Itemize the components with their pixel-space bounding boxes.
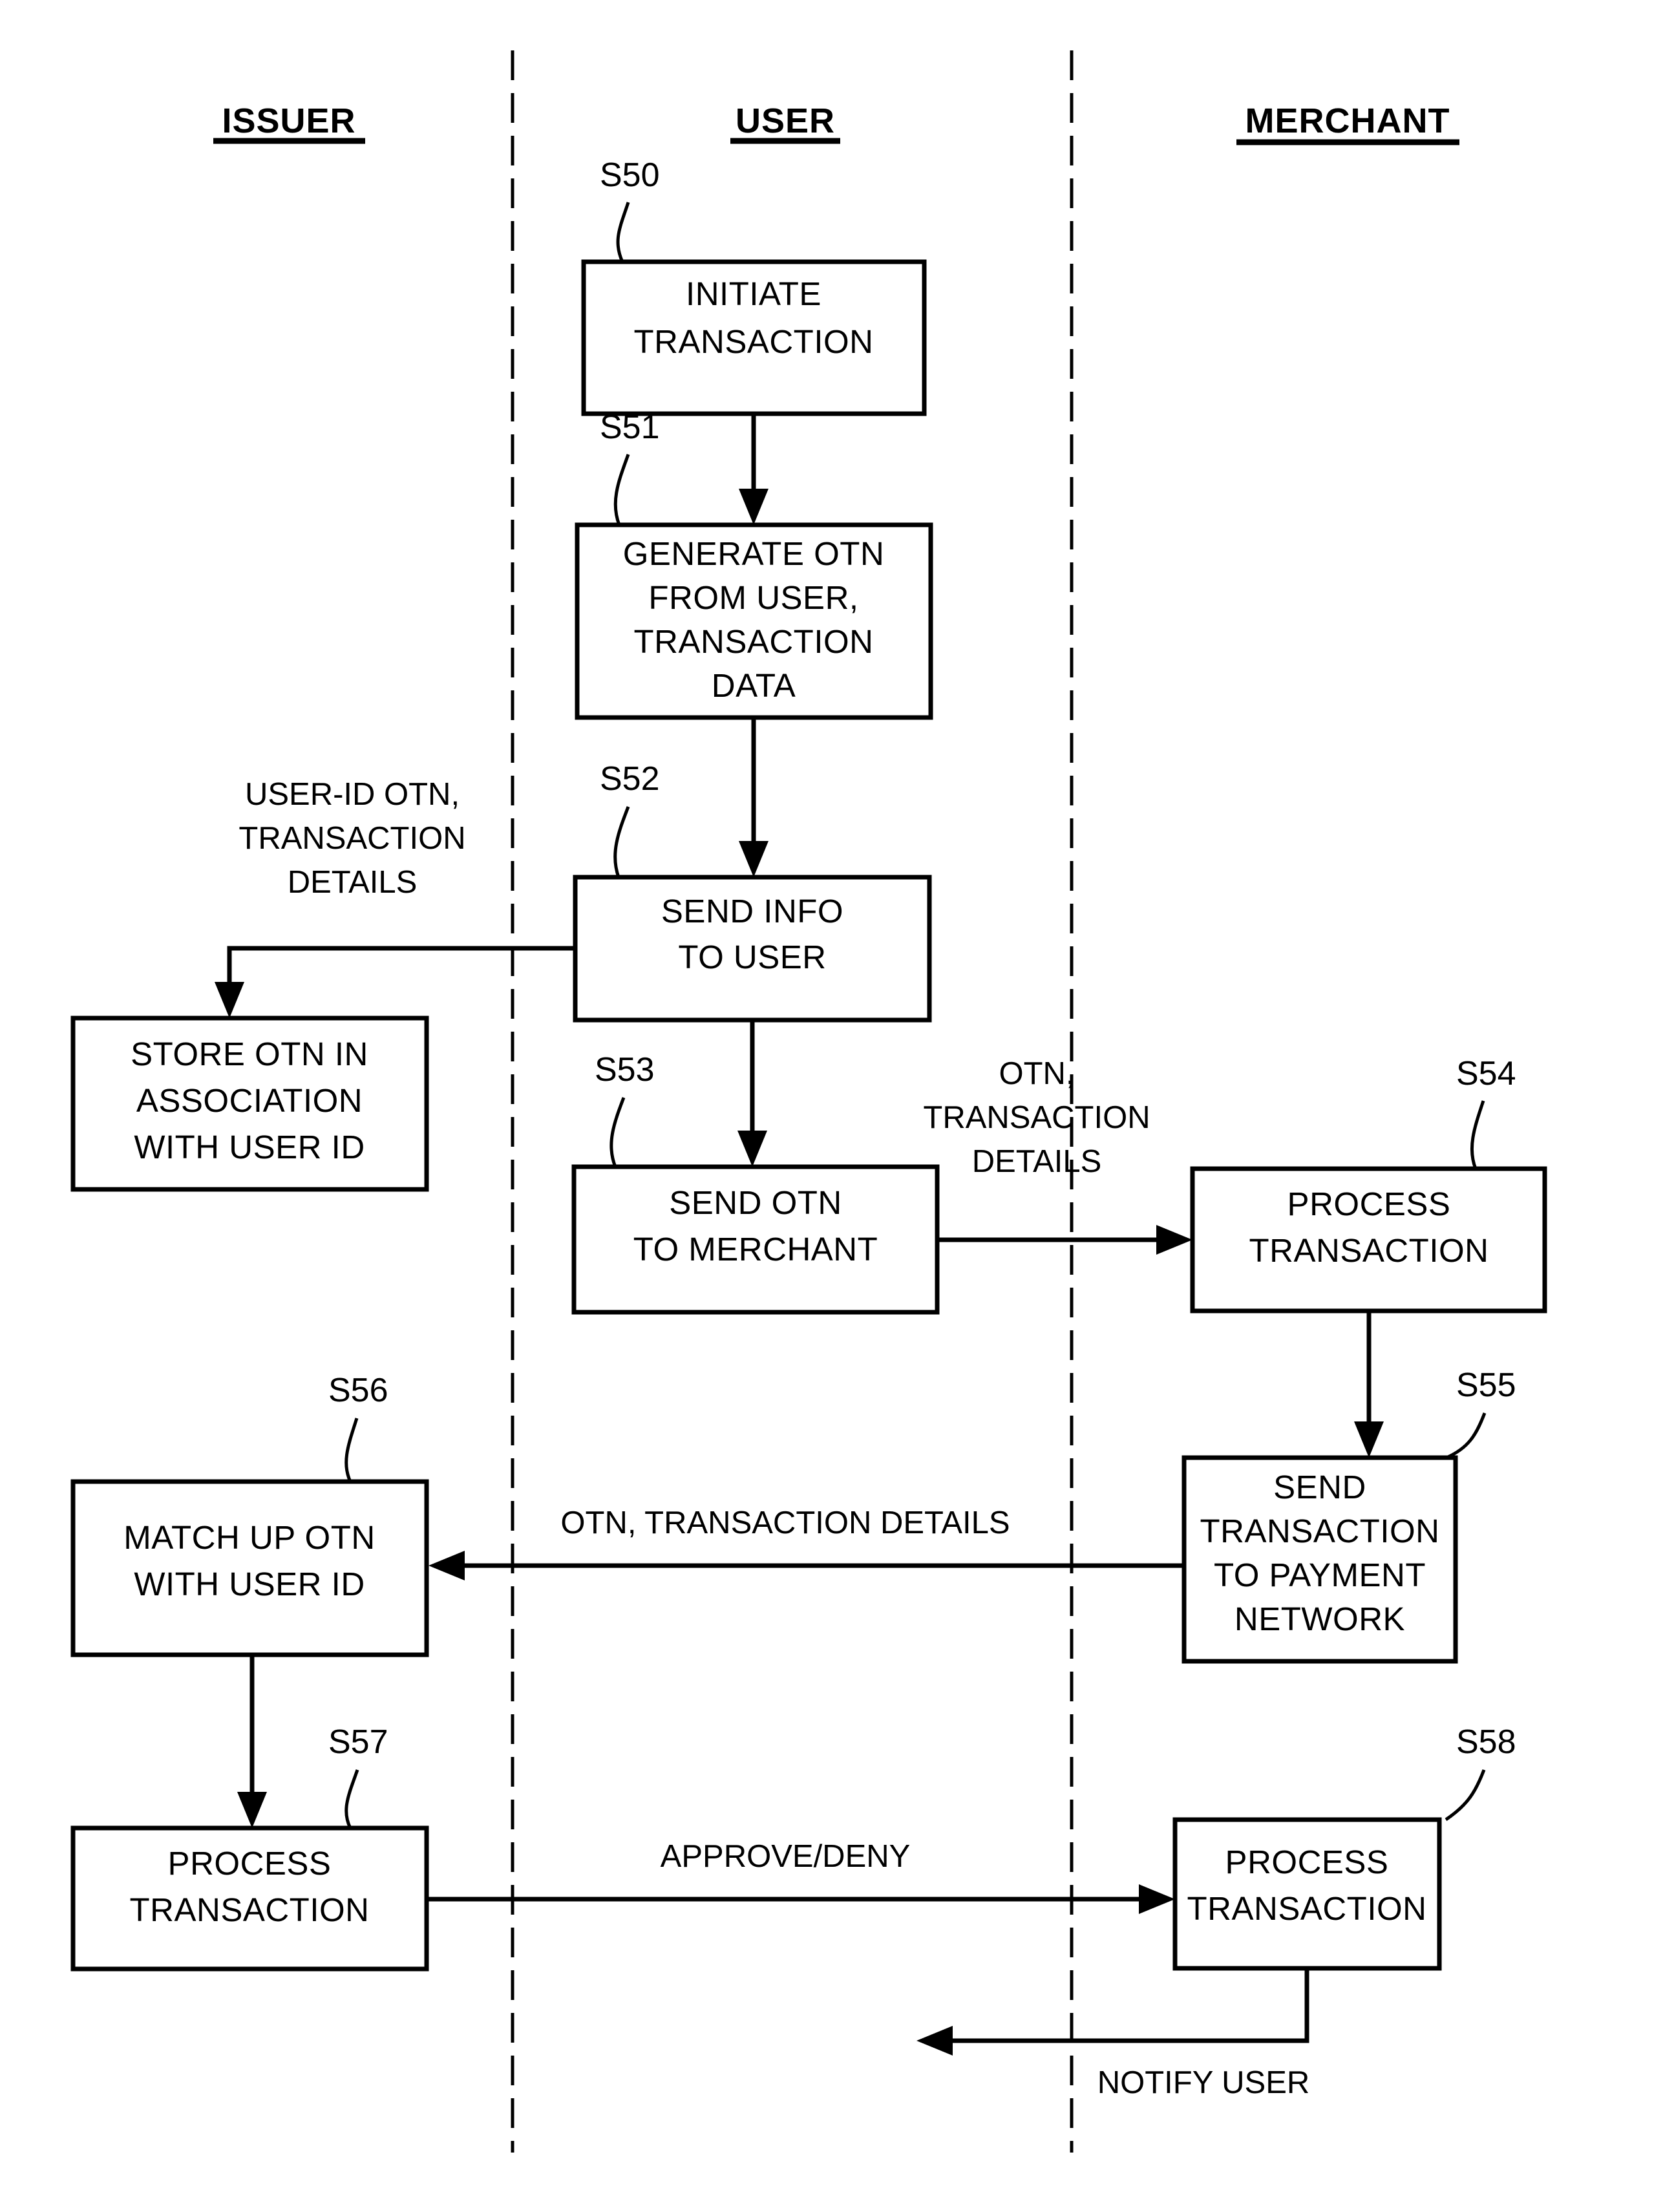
- edge-s53-s54-arrowhead: [1156, 1225, 1192, 1255]
- node-s53-line2: TO MERCHANT: [633, 1231, 878, 1268]
- lane-title-merchant: MERCHANT: [1245, 101, 1450, 140]
- edge-s57-s58: [427, 1884, 1175, 1914]
- edge-label-merchant-to-issuer: OTN, TRANSACTION DETAILS: [560, 1505, 1010, 1540]
- step-tag-s55: S55: [1456, 1367, 1516, 1404]
- node-s55-line3: TO PAYMENT: [1214, 1557, 1426, 1593]
- node-s51: GENERATE OTN FROM USER, TRANSACTION DATA: [575, 522, 933, 720]
- edge-s58-notify-user: [916, 1968, 1309, 2056]
- node-store-otn-line2: ASSOCIATION: [136, 1082, 363, 1119]
- edge-label-user-to-issuer-line1: USER-ID OTN,: [245, 777, 460, 812]
- edge-label-user-to-merchant-line2: TRANSACTION: [923, 1100, 1150, 1135]
- edge-s52-store-line: [227, 946, 575, 1003]
- edge-label-user-to-merchant-line1: OTN,: [999, 1056, 1074, 1091]
- leader-line-s56: [344, 1418, 359, 1483]
- leader-line-s53: [609, 1097, 626, 1167]
- node-s52: SEND INFO TO USER: [573, 875, 932, 1023]
- node-s55-line2: TRANSACTION: [1200, 1513, 1439, 1549]
- node-s53-line1: SEND OTN: [669, 1184, 842, 1221]
- node-s50-line1: INITIATE: [686, 275, 821, 312]
- leader-line-s57: [344, 1769, 359, 1829]
- flowchart-canvas: ISSUER USER MERCHANT INITIATE TRANSACTIO…: [70, 50, 1547, 2153]
- node-s57-line2: TRANSACTION: [129, 1891, 369, 1928]
- edge-s51-s52: [739, 718, 768, 877]
- leader-line-s51: [613, 454, 630, 526]
- node-s54-line1: PROCESS: [1287, 1186, 1451, 1222]
- leader-line-s52: [613, 806, 630, 878]
- edge-s54-s55: [1354, 1311, 1384, 1458]
- lane-title-issuer: ISSUER: [222, 101, 355, 140]
- node-s55-line1: SEND: [1273, 1469, 1366, 1505]
- edge-s58-notify-user-arrowhead: [916, 2026, 953, 2056]
- lane-title-user: USER: [736, 101, 835, 140]
- step-tag-s52: S52: [600, 760, 660, 798]
- edge-label-notify-user: NOTIFY USER: [1097, 2065, 1310, 2100]
- edge-label-user-to-issuer: USER-ID OTN, TRANSACTION DETAILS: [238, 777, 465, 900]
- leader-line-s55: [1445, 1412, 1487, 1460]
- edge-label-user-to-issuer-line2: TRANSACTION: [238, 821, 465, 856]
- node-store-otn-line1: STORE OTN IN: [131, 1036, 368, 1072]
- node-s55: SEND TRANSACTION TO PAYMENT NETWORK: [1181, 1455, 1458, 1664]
- step-tag-s51: S51: [600, 409, 660, 446]
- node-s50: INITIATE TRANSACTION: [581, 259, 927, 416]
- node-s56-line2: WITH USER ID: [134, 1566, 365, 1602]
- node-s57: PROCESS TRANSACTION: [70, 1825, 429, 1972]
- flowchart-figure: ISSUER USER MERCHANT INITIATE TRANSACTIO…: [0, 0, 1674, 2212]
- node-store-otn-line3: WITH USER ID: [134, 1129, 365, 1165]
- node-s56-line1: MATCH UP OTN: [123, 1519, 375, 1556]
- node-s58-line2: TRANSACTION: [1187, 1890, 1426, 1927]
- edge-s52-store: [215, 946, 575, 1018]
- edge-s57-s58-arrowhead: [1139, 1884, 1175, 1914]
- lane-header-issuer: ISSUER: [213, 101, 365, 144]
- leader-line-s58: [1445, 1769, 1486, 1822]
- node-s54-line2: TRANSACTION: [1249, 1232, 1489, 1269]
- step-tag-s50: S50: [600, 156, 660, 194]
- edge-label-user-to-issuer-line3: DETAILS: [288, 865, 418, 900]
- edge-s50-s51: [739, 414, 768, 525]
- leader-line-s54: [1470, 1100, 1485, 1169]
- lane-header-merchant: MERCHANT: [1236, 101, 1459, 145]
- edge-label-issuer-to-merchant: APPROVE/DENY: [661, 1839, 911, 1874]
- edge-s52-s53: [737, 1020, 767, 1167]
- edge-s58-notify-user-line: [938, 1968, 1309, 2043]
- node-s51-line4: DATA: [712, 667, 796, 704]
- step-tag-s54: S54: [1456, 1055, 1516, 1092]
- edge-s56-s57-arrowhead: [237, 1792, 267, 1828]
- edge-label-user-to-merchant-line3: DETAILS: [972, 1144, 1102, 1179]
- edge-s56-s57: [237, 1655, 267, 1828]
- edge-s54-s55-arrowhead: [1354, 1421, 1384, 1458]
- edge-s51-s52-arrowhead: [739, 841, 768, 877]
- edge-s53-s54: [937, 1225, 1192, 1255]
- edge-s52-s53-arrowhead: [737, 1131, 767, 1167]
- step-tag-s53: S53: [595, 1051, 655, 1089]
- node-s58: PROCESS TRANSACTION: [1172, 1817, 1442, 1971]
- edge-s55-s56-arrowhead: [429, 1551, 465, 1580]
- step-tag-s58: S58: [1456, 1723, 1516, 1761]
- edge-s52-store-arrowhead: [215, 982, 244, 1018]
- node-s55-line4: NETWORK: [1234, 1601, 1405, 1637]
- edge-label-user-to-merchant: OTN, TRANSACTION DETAILS: [923, 1056, 1150, 1179]
- lane-header-user: USER: [730, 101, 840, 144]
- node-s57-line1: PROCESS: [168, 1845, 332, 1882]
- node-store-otn: STORE OTN IN ASSOCIATION WITH USER ID: [70, 1016, 429, 1192]
- node-s51-line2: FROM USER,: [648, 579, 858, 616]
- node-s52-line1: SEND INFO: [661, 893, 843, 930]
- edge-s50-s51-arrowhead: [739, 489, 768, 525]
- leader-line-s50: [616, 202, 630, 263]
- node-s56: MATCH UP OTN WITH USER ID: [70, 1479, 429, 1657]
- node-s50-line2: TRANSACTION: [633, 323, 873, 360]
- node-s58-line1: PROCESS: [1225, 1844, 1389, 1880]
- node-s53: SEND OTN TO MERCHANT: [571, 1164, 940, 1315]
- step-tag-s57: S57: [328, 1723, 388, 1761]
- step-tag-s56: S56: [328, 1372, 388, 1409]
- node-s54: PROCESS TRANSACTION: [1190, 1166, 1547, 1313]
- node-s51-line1: GENERATE OTN: [623, 535, 885, 572]
- node-s52-line2: TO USER: [678, 939, 826, 975]
- node-s51-line3: TRANSACTION: [633, 623, 873, 660]
